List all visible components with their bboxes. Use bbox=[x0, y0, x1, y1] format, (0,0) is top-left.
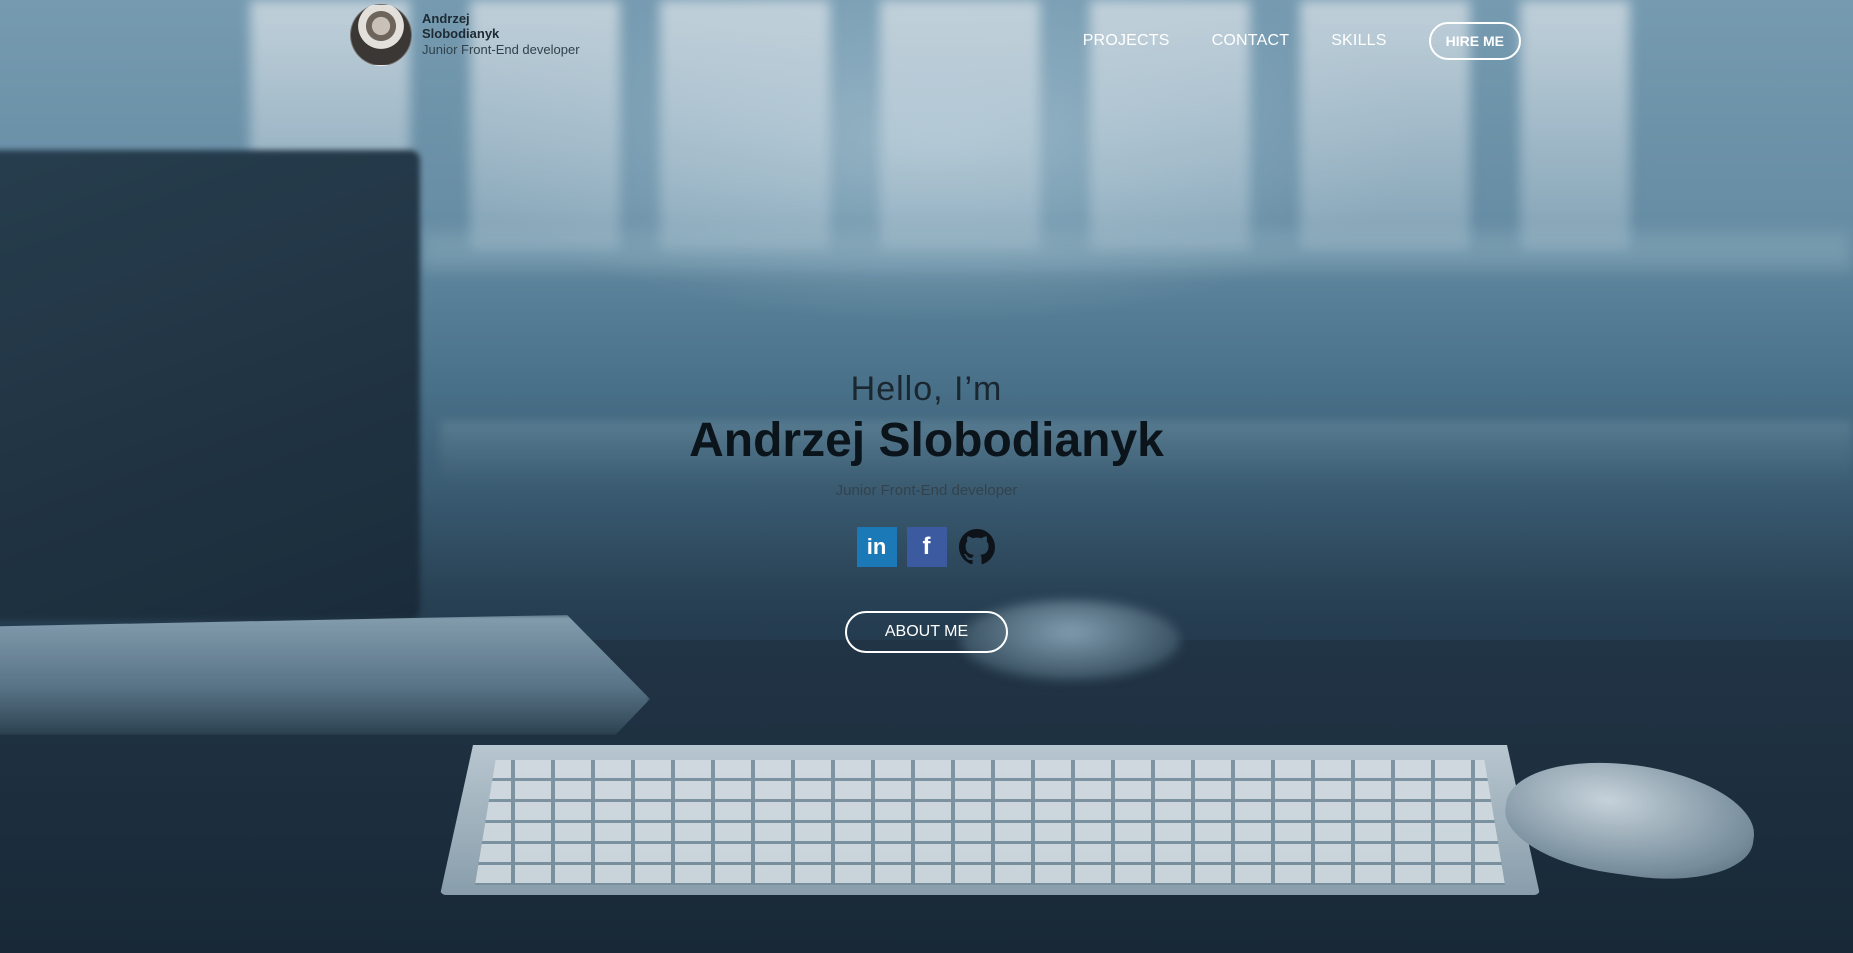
brand-text: Andrzej Slobodianyk Junior Front-End dev… bbox=[422, 10, 580, 59]
social-links: in f bbox=[0, 527, 1853, 567]
about-me-button[interactable]: ABOUT ME bbox=[844, 611, 1009, 653]
hero-greeting: Hello, I’m bbox=[850, 370, 1003, 408]
nav-projects[interactable]: PROJECTS bbox=[1083, 32, 1170, 50]
github-icon-glyph bbox=[958, 529, 995, 565]
hire-me-button[interactable]: HIRE ME bbox=[1428, 22, 1521, 60]
brand-name: Andrzej Slobodianyk bbox=[422, 10, 500, 41]
linkedin-icon[interactable]: in bbox=[856, 527, 897, 567]
avatar bbox=[350, 4, 412, 66]
brand[interactable]: Andrzej Slobodianyk Junior Front-End dev… bbox=[350, 4, 580, 66]
hero-name: Andrzej Slobodianyk bbox=[689, 414, 1164, 467]
brand-role: Junior Front-End developer bbox=[422, 42, 580, 58]
github-icon[interactable] bbox=[957, 527, 997, 567]
nav-skills[interactable]: SKILLS bbox=[1331, 32, 1386, 50]
facebook-icon[interactable]: f bbox=[906, 527, 947, 567]
hero-subtitle: Junior Front-End developer bbox=[835, 482, 1018, 499]
main-nav: PROJECTS CONTACT SKILLS HIRE ME bbox=[1041, 22, 1521, 60]
nav-contact[interactable]: CONTACT bbox=[1212, 32, 1290, 50]
hero-section: Hello, I’m Andrzej Slobodianyk Junior Fr… bbox=[0, 370, 1853, 653]
